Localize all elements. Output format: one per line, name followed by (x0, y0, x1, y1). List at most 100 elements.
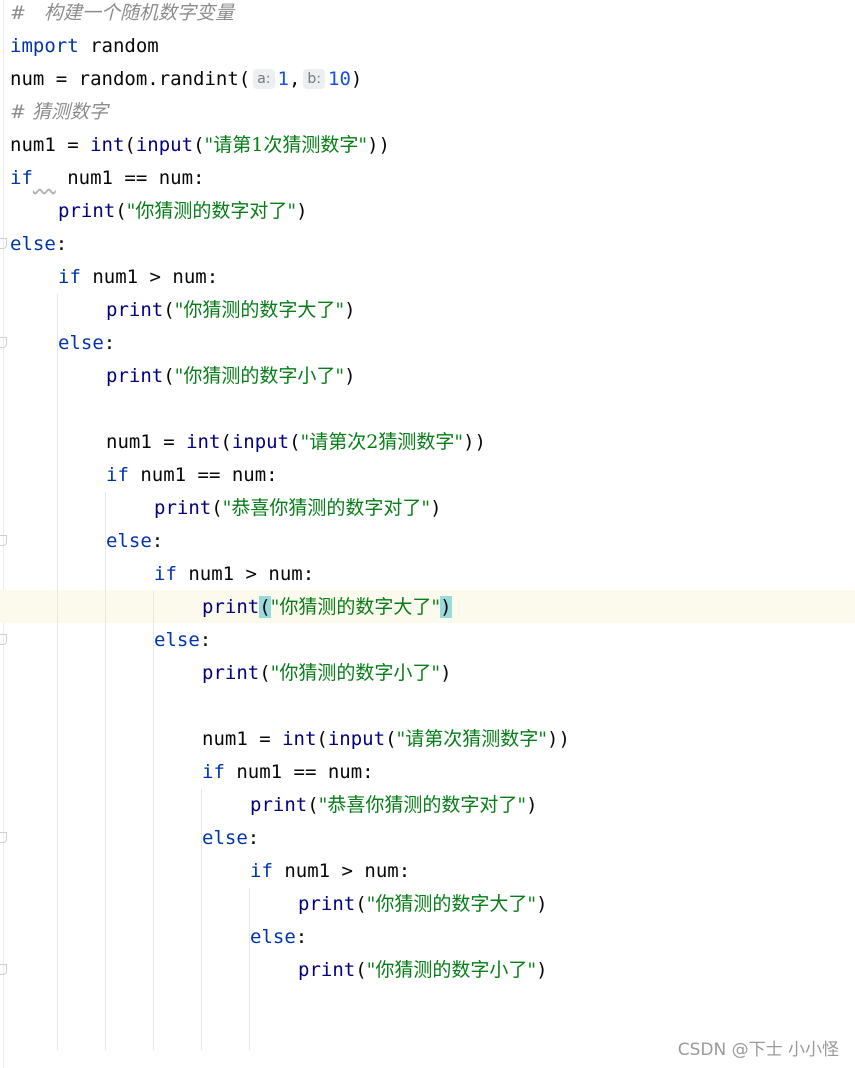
builtin: int (282, 728, 317, 750)
code-text: ) (344, 365, 356, 387)
code-line-25[interactable]: print("恭喜你猜测的数字对了") (250, 789, 538, 822)
code-text: ( (211, 497, 223, 519)
string-literal: "你猜测的数字小了" (174, 365, 345, 387)
code-text: : (103, 332, 116, 354)
code-text: num1 = (10, 134, 91, 156)
code-text: num1 > num: (80, 266, 219, 288)
fold-marker-icon[interactable] (0, 535, 7, 546)
string-literal: "请第次2猜测数字" (300, 431, 464, 453)
code-line-5[interactable]: num1 = int(input("请第1次猜测数字")) (10, 129, 390, 162)
builtin: print (202, 662, 260, 684)
code-text: ( (259, 662, 271, 684)
keyword: else (202, 827, 248, 849)
code-text: , (288, 68, 301, 90)
code-line-6[interactable]: if num1 == num: (10, 162, 205, 195)
matched-paren: ) (440, 596, 452, 618)
keyword: if (10, 167, 33, 189)
builtin: print (154, 497, 212, 519)
string-literal: "你猜测的数字大了" (270, 596, 441, 618)
code-line-11[interactable]: else: (58, 327, 115, 360)
code-text: num1 > num: (272, 860, 411, 882)
builtin: int (186, 431, 221, 453)
code-line-8[interactable]: else: (10, 228, 67, 261)
builtin: print (298, 893, 356, 915)
code-text: num1 == num: (224, 761, 374, 783)
code-text: )) (367, 134, 390, 156)
code-text: ) (536, 893, 548, 915)
code-line-17[interactable]: else: (106, 525, 163, 558)
code-text: ( (163, 365, 175, 387)
keyword: if (202, 761, 225, 783)
code-line-30[interactable]: print("你猜测的数字小了") (298, 954, 548, 987)
string-literal: "恭喜你猜测的数字对了" (318, 794, 527, 816)
code-text: num1 == num: (128, 464, 278, 486)
code-text: : (55, 233, 68, 255)
code-text: num = random.randint( (10, 68, 251, 90)
code-line-18[interactable]: if num1 > num: (154, 558, 314, 591)
builtin: print (298, 959, 356, 981)
fold-marker-icon[interactable] (0, 337, 7, 348)
code-line-9[interactable]: if num1 > num: (58, 261, 218, 294)
code-text: ( (220, 431, 232, 453)
code-line-2[interactable]: import random (10, 30, 159, 63)
code-text: ) (350, 68, 363, 90)
code-line-12[interactable]: print("你猜测的数字小了") (106, 360, 356, 393)
code-line-1[interactable]: # 构建一个随机数字变量 (10, 0, 234, 30)
indent-guide (249, 888, 250, 1050)
code-line-24[interactable]: if num1 == num: (202, 756, 374, 789)
matched-paren: ( (259, 596, 271, 618)
code-line-27[interactable]: if num1 > num: (250, 855, 410, 888)
indent-guide (57, 294, 58, 1050)
code-text: ( (307, 794, 319, 816)
code-text: ( (316, 728, 328, 750)
code-line-19[interactable]: print("你猜测的数字大了") (202, 591, 452, 624)
builtin: print (202, 596, 260, 618)
code-text: ) (440, 662, 452, 684)
code-line-29[interactable]: else: (250, 921, 307, 954)
parameter-hint: b: (303, 69, 326, 89)
whitespace-warning (33, 167, 56, 189)
string-literal: "你猜测的数字大了" (174, 299, 345, 321)
code-text: num1 = (106, 431, 187, 453)
parameter-hint: a: (253, 69, 275, 89)
fold-marker-icon[interactable] (0, 964, 7, 975)
code-line-16[interactable]: print("恭喜你猜测的数字对了") (154, 492, 442, 525)
keyword: import (10, 35, 79, 57)
keyword: else (250, 926, 296, 948)
code-line-26[interactable]: else: (202, 822, 259, 855)
code-line-23[interactable]: num1 = int(input("请第次猜测数字")) (202, 723, 570, 756)
code-text: ( (124, 134, 136, 156)
keyword: else (106, 530, 152, 552)
code-line-7[interactable]: print("你猜测的数字对了") (58, 195, 308, 228)
code-text: : (247, 827, 260, 849)
watermark: CSDN @下士 小小怪 (677, 1040, 839, 1060)
fold-marker-icon[interactable] (0, 832, 7, 843)
code-text: ) (430, 497, 442, 519)
code-line-4[interactable]: # 猜测数字 (10, 96, 108, 129)
string-literal: "你猜测的数字对了" (126, 200, 297, 222)
fold-marker-icon[interactable] (0, 634, 7, 645)
indent-guide (57, 294, 58, 324)
code-line-15[interactable]: if num1 == num: (106, 459, 278, 492)
builtin: input (231, 431, 290, 453)
code-text: : (295, 926, 308, 948)
code-text: ( (163, 299, 175, 321)
code-line-28[interactable]: print("你猜测的数字大了") (298, 888, 548, 921)
code-line-3[interactable]: num = random.randint(a: 1, b: 10) (10, 63, 362, 96)
code-line-21[interactable]: print("你猜测的数字小了") (202, 657, 452, 690)
keyword: if (106, 464, 129, 486)
builtin: input (135, 134, 194, 156)
code-text: ( (355, 959, 367, 981)
string-literal: "恭喜你猜测的数字对了" (222, 497, 431, 519)
code-line-10[interactable]: print("你猜测的数字大了") (106, 294, 356, 327)
code-text: )) (547, 728, 570, 750)
fold-marker-icon[interactable] (0, 238, 7, 249)
comment: # 猜测数字 (10, 101, 108, 123)
number: 10 (328, 68, 351, 90)
code-line-20[interactable]: else: (154, 624, 211, 657)
builtin: print (250, 794, 308, 816)
code-line-14[interactable]: num1 = int(input("请第次2猜测数字")) (106, 426, 486, 459)
code-text: ) (344, 299, 356, 321)
code-text: num1 == num: (55, 167, 205, 189)
builtin: input (327, 728, 386, 750)
